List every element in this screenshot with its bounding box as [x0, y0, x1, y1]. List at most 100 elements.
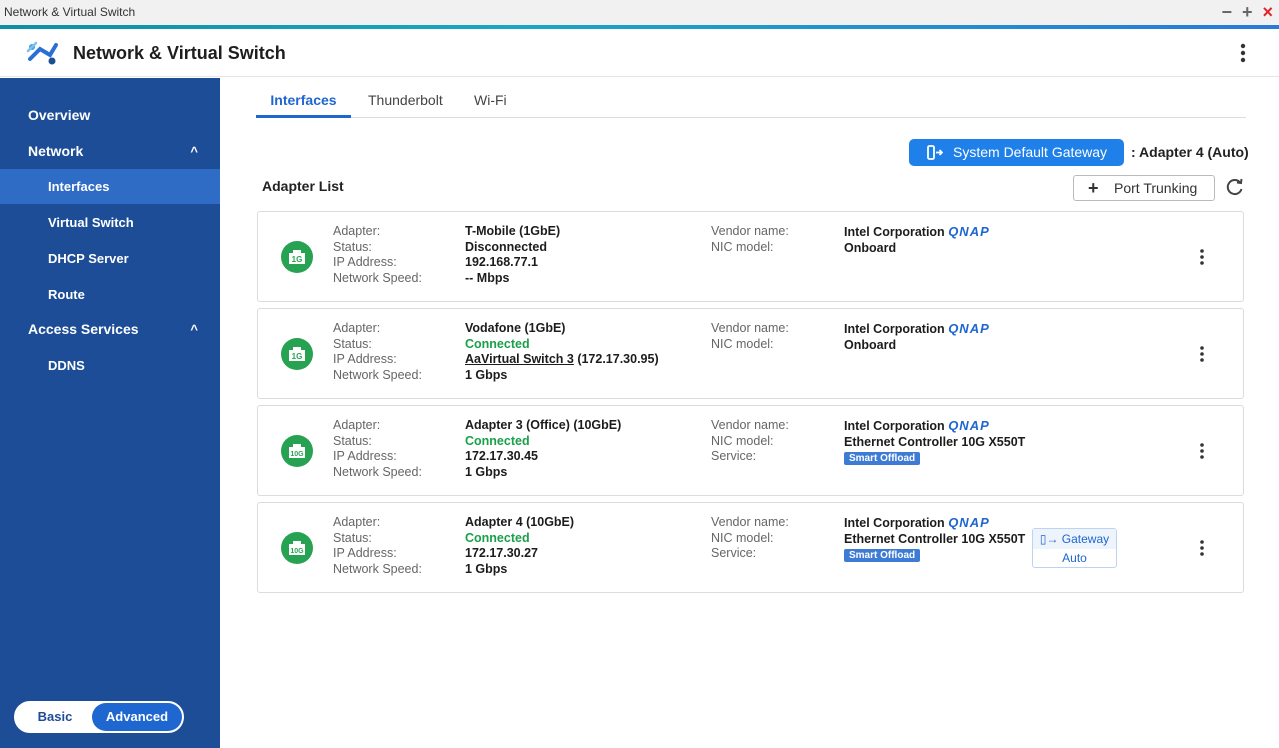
adapter-menu-kebab-icon[interactable]	[1196, 247, 1208, 267]
vendor-value: Intel Corporation	[844, 322, 945, 336]
adapter-card[interactable]: 1G Adapter: Status: IP Address: Network …	[257, 211, 1244, 302]
adapter-card[interactable]: 10G Adapter: Status: IP Address: Network…	[257, 502, 1244, 593]
adapter-label: Adapter:	[333, 321, 381, 335]
adapter-label: Adapter:	[333, 418, 381, 432]
tab-bar: Interfaces Thunderbolt Wi-Fi	[256, 78, 1246, 118]
vendor-labels: Vendor name: NIC model:	[711, 224, 789, 255]
vendor-values: Intel Corporation QNAP Onboard	[844, 224, 990, 256]
port-trunking-button[interactable]: + Port Trunking	[1073, 175, 1215, 201]
vendor-label: Vendor name:	[711, 224, 789, 238]
tab-interfaces[interactable]: Interfaces	[256, 78, 351, 118]
ip-address-value: 172.17.30.27	[465, 546, 538, 560]
status-label: Status:	[333, 530, 372, 545]
adapter-name: Vodafone (1GbE)	[465, 321, 566, 335]
tab-thunderbolt[interactable]: Thunderbolt	[368, 78, 443, 118]
status-label: Status:	[333, 239, 372, 254]
vendor-label: Vendor name:	[711, 418, 789, 432]
network-port-icon: 1G	[281, 241, 313, 273]
adapter-name: T-Mobile (1GbE)	[465, 224, 561, 238]
status-value: Connected	[465, 433, 530, 448]
port-speed-text: 1G	[292, 352, 303, 361]
service-label: Service:	[711, 449, 757, 463]
refresh-icon[interactable]	[1225, 177, 1245, 197]
sidebar-item-label: Access Services	[28, 321, 139, 337]
gateway-value: : Adapter 4 (Auto)	[1131, 144, 1249, 160]
adapter-name: Adapter 3 (Office) (10GbE)	[465, 418, 622, 432]
ip-virtual-switch-link[interactable]: AaVirtual Switch 3	[465, 352, 574, 366]
ip-label: IP Address:	[333, 449, 397, 463]
vendor-label: Vendor name:	[711, 321, 789, 335]
adapter-list-title: Adapter List	[262, 178, 344, 194]
nic-value: Onboard	[844, 240, 897, 255]
adapter-card[interactable]: 1G Adapter: Status: IP Address: Network …	[257, 308, 1244, 399]
gateway-tag: ▯→ Gateway Auto	[1032, 528, 1117, 568]
plus-icon: +	[1088, 178, 1099, 198]
sidebar: Overview Network ^ Interfaces Virtual Sw…	[0, 78, 220, 748]
chevron-up-icon: ^	[190, 144, 198, 159]
nic-value: Ethernet Controller 10G X550T	[844, 434, 1026, 449]
nic-label: NIC model:	[711, 433, 774, 448]
ip-address-value: (172.17.30.95)	[573, 352, 659, 366]
adapter-values: T-Mobile (1GbE) Disconnected 192.168.77.…	[465, 224, 560, 286]
network-port-icon: 10G	[281, 435, 313, 467]
mode-basic-button[interactable]: Basic	[16, 703, 94, 731]
sidebar-group-access-services[interactable]: Access Services ^	[0, 312, 220, 347]
mode-advanced-button[interactable]: Advanced	[92, 703, 182, 731]
nic-label: NIC model:	[711, 336, 774, 351]
network-port-icon: 1G	[281, 338, 313, 370]
window-title: Network & Virtual Switch	[4, 5, 136, 19]
status-label: Status:	[333, 433, 372, 448]
vendor-values: Intel Corporation QNAP Onboard	[844, 321, 990, 353]
app-title: Network & Virtual Switch	[73, 43, 286, 63]
sidebar-item-interfaces[interactable]: Interfaces	[0, 169, 220, 204]
window-titlebar: Network & Virtual Switch − + ×	[0, 0, 1279, 29]
sidebar-item-label: Interfaces	[48, 179, 110, 194]
app-menu-kebab-icon[interactable]	[1233, 41, 1253, 65]
adapter-menu-kebab-icon[interactable]	[1196, 538, 1208, 558]
sidebar-item-overview[interactable]: Overview	[0, 98, 220, 133]
adapter-label: Adapter:	[333, 224, 381, 238]
vendor-values: Intel Corporation QNAP Ethernet Controll…	[844, 515, 1025, 563]
status-label: Status:	[333, 336, 372, 351]
sidebar-item-dhcp-server[interactable]: DHCP Server	[0, 241, 220, 276]
gateway-icon	[927, 145, 943, 160]
sidebar-item-route[interactable]: Route	[0, 277, 220, 312]
smart-offload-badge: Smart Offload	[844, 549, 921, 562]
vendor-values: Intel Corporation QNAP Ethernet Controll…	[844, 418, 1025, 466]
ip-label: IP Address:	[333, 255, 397, 269]
network-switch-logo-icon	[26, 41, 58, 65]
sidebar-item-label: Network	[28, 143, 84, 159]
qnap-logo: QNAP	[948, 418, 990, 433]
sidebar-item-virtual-switch[interactable]: Virtual Switch	[0, 205, 220, 240]
ip-label: IP Address:	[333, 546, 397, 560]
status-value: Connected	[465, 336, 530, 351]
adapter-menu-kebab-icon[interactable]	[1196, 344, 1208, 364]
tab-wifi[interactable]: Wi-Fi	[474, 78, 507, 118]
chevron-up-icon: ^	[190, 322, 198, 337]
gateway-tag-mode: Auto	[1062, 551, 1087, 565]
ip-label: IP Address:	[333, 352, 397, 366]
system-default-gateway-button[interactable]: System Default Gateway	[909, 139, 1124, 166]
adapter-card[interactable]: 10G Adapter: Status: IP Address: Network…	[257, 405, 1244, 496]
speed-value: 1 Gbps	[465, 464, 508, 479]
port-speed-text: 10G	[290, 548, 304, 555]
adapter-label: Adapter:	[333, 515, 381, 529]
qnap-logo: QNAP	[948, 515, 990, 530]
speed-value: 1 Gbps	[465, 367, 508, 382]
app-header: Network & Virtual Switch	[0, 29, 1279, 77]
maximize-button[interactable]: +	[1242, 0, 1253, 25]
speed-label: Network Speed:	[333, 270, 422, 285]
adapter-name: Adapter 4 (10GbE)	[465, 515, 575, 529]
adapter-values: Adapter 3 (Office) (10GbE) Connected 172…	[465, 418, 621, 480]
sidebar-group-network[interactable]: Network ^	[0, 134, 220, 169]
sidebar-item-label: Overview	[28, 107, 91, 123]
speed-label: Network Speed:	[333, 561, 422, 576]
ip-address-value: 172.17.30.45	[465, 449, 538, 463]
sidebar-item-label: DDNS	[48, 358, 85, 373]
gateway-tag-text: Gateway	[1061, 532, 1110, 546]
minimize-button[interactable]: −	[1221, 0, 1232, 25]
close-button[interactable]: ×	[1262, 0, 1273, 25]
adapter-menu-kebab-icon[interactable]	[1196, 441, 1208, 461]
vendor-value: Intel Corporation	[844, 419, 945, 433]
sidebar-item-ddns[interactable]: DDNS	[0, 348, 220, 383]
